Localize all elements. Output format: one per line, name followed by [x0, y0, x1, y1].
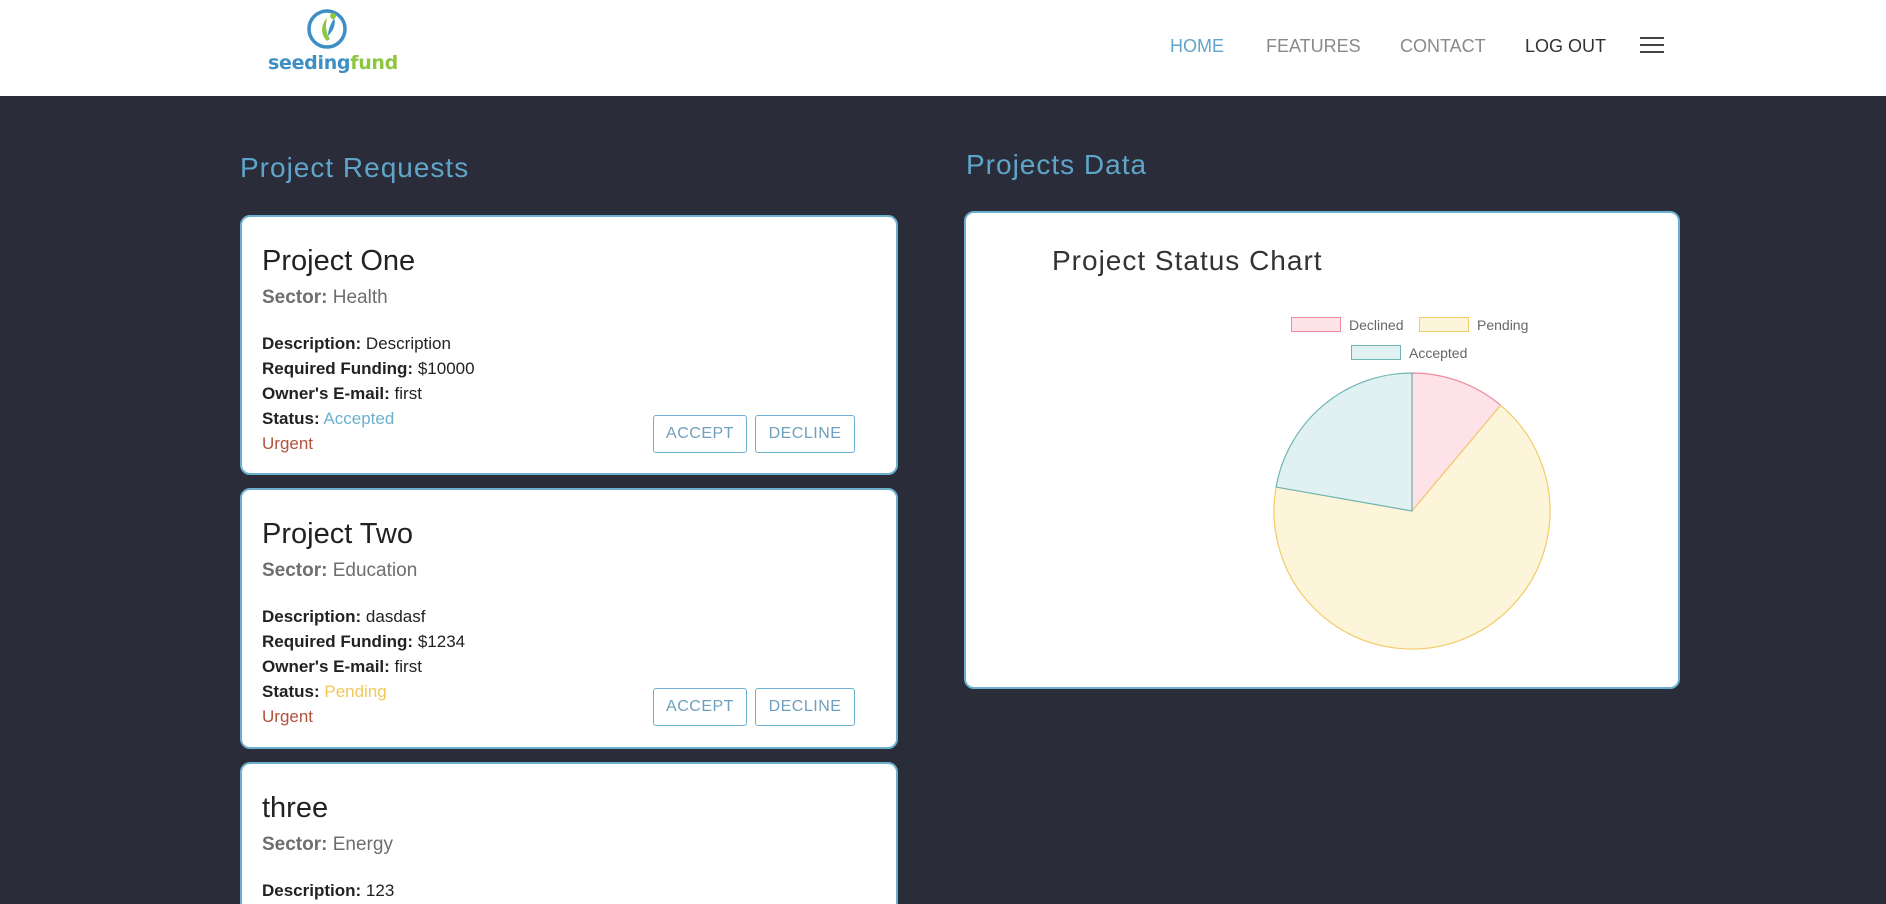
project-status: Accepted	[323, 409, 395, 428]
project-details: Description: Description Required Fundin…	[262, 331, 475, 456]
project-title: three	[262, 792, 329, 824]
projects-data-title: Projects Data	[966, 149, 1148, 180]
hamburger-menu-icon[interactable]	[1640, 37, 1664, 55]
decline-button[interactable]: DECLINE	[755, 415, 855, 453]
nav-features-link[interactable]: FEATURES	[1266, 36, 1361, 56]
project-owner-email: first	[394, 657, 422, 676]
pie-slice-accepted[interactable]	[1275, 372, 1413, 512]
project-title: Project One	[262, 245, 416, 277]
project-card: three Sector: Energy Description: 123	[240, 762, 898, 904]
project-description: Description	[365, 334, 451, 353]
nav-home-link[interactable]: HOME	[1170, 36, 1224, 56]
project-sector: Sector: Energy	[262, 834, 393, 855]
project-card: Project One Sector: Health Description: …	[240, 215, 898, 475]
project-requests-title: Project Requests	[240, 152, 470, 183]
project-description: 123	[365, 881, 395, 900]
project-details: Description: dasdasf Required Funding: $…	[262, 604, 465, 729]
project-funding: $1234	[417, 632, 466, 651]
nav-logout-link[interactable]: LOG OUT	[1525, 36, 1606, 56]
project-urgency: Urgent	[262, 434, 314, 453]
nav-links: HOME FEATURES CONTACT LOG OUT	[0, 36, 1886, 60]
accept-button[interactable]: ACCEPT	[653, 688, 747, 726]
project-card: Project Two Sector: Education Descriptio…	[240, 488, 898, 749]
pie-chart	[1273, 372, 1551, 650]
accept-button[interactable]: ACCEPT	[653, 415, 747, 453]
top-navbar: seedingfund HOME FEATURES CONTACT LOG OU…	[0, 0, 1886, 96]
project-owner-email: first	[394, 384, 422, 403]
project-urgency: Urgent	[262, 707, 314, 726]
decline-button[interactable]: DECLINE	[755, 688, 855, 726]
project-title: Project Two	[262, 518, 413, 550]
project-description: dasdasf	[365, 607, 426, 626]
project-status-chart-card: Project Status Chart Declined Pending Ac…	[964, 211, 1680, 689]
project-status: Pending	[324, 682, 387, 701]
project-sector: Sector: Education	[262, 560, 418, 581]
project-funding: $10000	[417, 359, 475, 378]
nav-contact-link[interactable]: CONTACT	[1400, 36, 1486, 56]
project-details: Description: 123	[262, 881, 395, 900]
project-sector: Sector: Health	[262, 287, 388, 308]
